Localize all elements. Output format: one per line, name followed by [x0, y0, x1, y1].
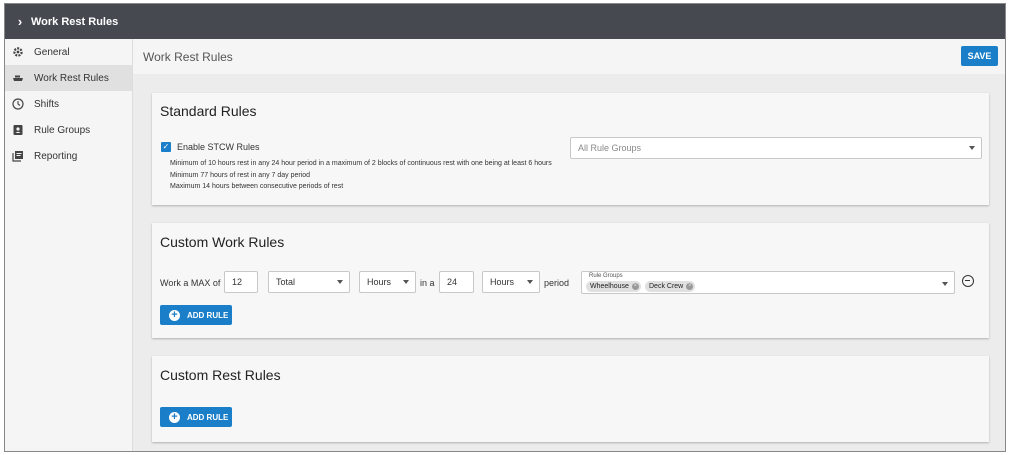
sidebar-item-label: Shifts — [34, 98, 60, 110]
chevron-down-icon — [942, 282, 948, 286]
enable-stcw-label: Enable STCW Rules — [177, 142, 260, 152]
sidebar-item-label: Reporting — [34, 150, 78, 162]
app-title: Work Rest Rules — [31, 15, 119, 28]
period-label: period — [544, 278, 570, 288]
sidebar-item-shifts[interactable]: Shifts — [5, 91, 132, 117]
gear-icon — [11, 45, 25, 59]
chip-deck-crew[interactable]: Deck Crew × — [645, 281, 696, 292]
rule-groups-multiselect[interactable]: Rule Groups Wheelhouse × Deck Crew × — [581, 271, 955, 294]
add-rule-label: ADD RULE — [187, 412, 229, 422]
stcw-rule-text: Maximum 14 hours between consecutive per… — [170, 183, 344, 190]
in-a-label: in a — [420, 278, 435, 288]
chip-wheelhouse[interactable]: Wheelhouse × — [586, 281, 641, 292]
pdf-icon — [11, 149, 25, 163]
chip-label: Deck Crew — [649, 283, 684, 290]
period-unit-select-value: Hours — [490, 277, 515, 287]
custom-work-rules-card: Custom Work Rules Work a MAX of 12 Total… — [152, 223, 989, 338]
add-work-rule-button[interactable]: + ADD RULE — [160, 305, 232, 325]
stcw-rule-text: Minimum 77 hours of rest in any 7 day pe… — [170, 172, 311, 179]
remove-chip-icon[interactable]: × — [631, 283, 639, 290]
unit-select-value: Hours — [367, 277, 392, 287]
remove-rule-icon[interactable] — [962, 275, 974, 287]
rule-groups-select[interactable]: All Rule Groups — [570, 137, 982, 159]
add-rest-rule-button[interactable]: + ADD RULE — [160, 407, 232, 427]
chevron-right-icon[interactable]: › — [11, 14, 29, 29]
custom-work-rules-title: Custom Work Rules — [160, 234, 285, 250]
enable-stcw-checkbox[interactable]: ✓ — [161, 142, 171, 152]
chip-label: Wheelhouse — [590, 283, 629, 290]
custom-rest-rules-title: Custom Rest Rules — [160, 367, 281, 383]
period-input[interactable]: 24 — [439, 271, 474, 293]
ship-icon — [11, 71, 25, 85]
period-unit-select[interactable]: Hours — [482, 271, 540, 293]
save-button[interactable]: SAVE — [961, 46, 998, 66]
chevron-down-icon — [337, 280, 343, 284]
chevron-down-icon — [403, 280, 409, 284]
sidebar-item-work-rest-rules[interactable]: Work Rest Rules — [5, 65, 132, 91]
sidebar: General Work Rest Rules Shifts Rule Grou… — [5, 39, 133, 451]
page-title: Work Rest Rules — [143, 49, 233, 64]
page-header: Work Rest Rules SAVE — [133, 39, 1005, 74]
total-select[interactable]: Total — [268, 271, 350, 293]
total-select-value: Total — [276, 277, 296, 287]
sidebar-item-label: General — [34, 46, 70, 58]
sidebar-item-general[interactable]: General — [5, 39, 132, 65]
sidebar-item-reporting[interactable]: Reporting — [5, 143, 132, 169]
custom-rest-rules-card: Custom Rest Rules + ADD RULE — [152, 356, 989, 442]
standard-rules-title: Standard Rules — [160, 103, 257, 119]
max-hours-input[interactable]: 12 — [224, 271, 258, 293]
add-circle-icon: + — [169, 309, 180, 321]
chevron-down-icon — [969, 146, 975, 150]
clock-icon — [11, 97, 25, 111]
main-content: Work Rest Rules SAVE Standard Rules ✓ En… — [133, 39, 1005, 451]
top-bar: › Work Rest Rules — [5, 4, 1005, 39]
standard-rules-card: Standard Rules ✓ Enable STCW Rules Minim… — [152, 93, 989, 205]
unit-select[interactable]: Hours — [359, 271, 416, 293]
sidebar-item-label: Rule Groups — [34, 124, 91, 136]
app-window: › Work Rest Rules General Work Rest Rule… — [4, 3, 1006, 452]
add-rule-label: ADD RULE — [187, 310, 229, 320]
remove-chip-icon[interactable]: × — [686, 283, 694, 290]
work-max-label: Work a MAX of — [160, 278, 221, 288]
rule-groups-select-value: All Rule Groups — [578, 143, 642, 153]
sidebar-item-rule-groups[interactable]: Rule Groups — [5, 117, 132, 143]
sidebar-item-label: Work Rest Rules — [34, 72, 109, 84]
add-circle-icon: + — [169, 411, 180, 423]
stcw-rule-text: Minimum of 10 hours rest in any 24 hour … — [170, 160, 552, 167]
rule-groups-field-label: Rule Groups — [589, 273, 623, 279]
chevron-down-icon — [527, 280, 533, 284]
id-badge-icon — [11, 123, 25, 137]
